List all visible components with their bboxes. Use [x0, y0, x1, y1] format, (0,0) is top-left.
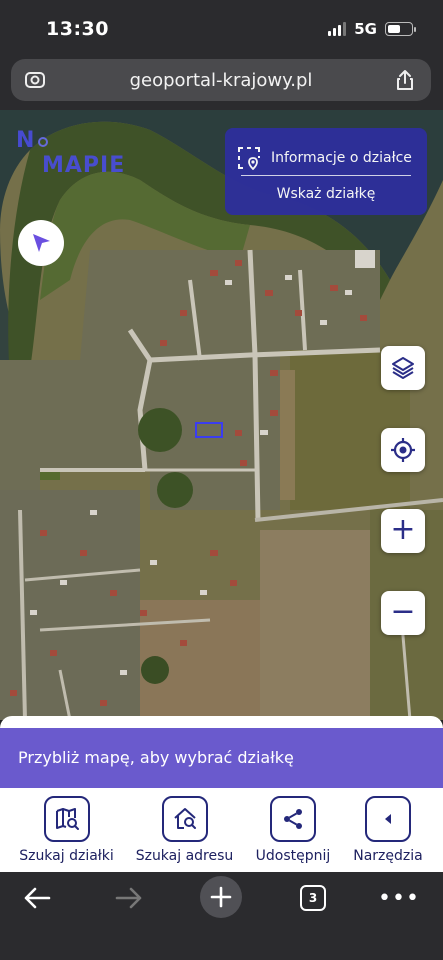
- tabs-button[interactable]: 3: [299, 878, 327, 918]
- share-icon: [270, 796, 316, 842]
- signal-icon: [328, 22, 347, 36]
- app-logo: N MAPIE: [16, 128, 125, 178]
- parcel-info-panel: Informacje o działce Wskaż działkę: [225, 128, 427, 215]
- search-parcel-label: Szukaj działki: [19, 848, 114, 864]
- forward-button[interactable]: [112, 878, 146, 918]
- logo-text-start: N: [16, 128, 36, 153]
- network-type: 5G: [354, 20, 377, 38]
- browser-address-area: geoportal-krajowy.pl: [0, 56, 443, 110]
- address-bar[interactable]: geoportal-krajowy.pl: [11, 59, 431, 101]
- zoom-in-button[interactable]: +: [381, 509, 425, 553]
- back-button[interactable]: [20, 878, 54, 918]
- compass-button[interactable]: [18, 220, 64, 266]
- plus-icon: +: [390, 512, 416, 547]
- parcel-select-icon: [238, 146, 260, 170]
- app-toolbar: Szukaj działki Szukaj adresu Udostępnij: [0, 788, 443, 872]
- zoom-hint-banner: Przybliż mapę, aby wybrać działkę: [0, 728, 443, 788]
- search-address-button[interactable]: Szukaj adresu: [134, 796, 235, 864]
- zoom-out-button[interactable]: −: [381, 591, 425, 635]
- plus-icon: [210, 886, 232, 908]
- search-parcel-button[interactable]: Szukaj działki: [18, 796, 115, 864]
- select-parcel-button[interactable]: Wskaż działkę: [225, 176, 427, 202]
- layers-icon: [392, 357, 414, 379]
- crosshair-icon: [391, 438, 415, 462]
- arrow-right-icon: [115, 887, 142, 909]
- tab-count: 3: [300, 885, 326, 911]
- browser-navigation-bar: 3 •••: [0, 872, 443, 960]
- layers-button[interactable]: [381, 346, 425, 390]
- url-text[interactable]: geoportal-krajowy.pl: [11, 70, 431, 91]
- zoom-hint-text: Przybliż mapę, aby wybrać działkę: [18, 748, 294, 767]
- minus-icon: −: [390, 594, 416, 629]
- more-menu-button[interactable]: •••: [378, 878, 419, 918]
- status-bar: 13:30 5G: [0, 0, 443, 56]
- tools-icon: [365, 796, 411, 842]
- status-time: 13:30: [46, 18, 109, 40]
- my-location-button[interactable]: [381, 428, 425, 472]
- map-view[interactable]: N MAPIE Informacje o działce Wskaż dział…: [0, 110, 443, 720]
- parcel-info-header: Informacje o działce: [225, 128, 427, 175]
- share-label: Udostępnij: [255, 848, 331, 864]
- parcel-info-title: Informacje o działce: [271, 149, 412, 166]
- status-indicators: 5G: [328, 20, 416, 38]
- logo-pin-icon: [38, 137, 49, 147]
- battery-icon: [385, 22, 416, 36]
- search-address-label: Szukaj adresu: [135, 848, 234, 864]
- home-search-icon: [161, 796, 208, 842]
- more-dots-icon: •••: [378, 885, 420, 911]
- share-button[interactable]: Udostępnij: [254, 796, 332, 864]
- new-tab-button[interactable]: [200, 876, 242, 918]
- map-search-icon: [43, 796, 90, 842]
- logo-text-end: MAPIE: [42, 153, 126, 178]
- tools-button[interactable]: Narzędzia: [351, 796, 425, 864]
- tools-label: Narzędzia: [353, 848, 423, 864]
- arrow-left-icon: [24, 887, 51, 909]
- navigation-arrow-icon: [33, 234, 50, 252]
- share-page-icon[interactable]: [393, 69, 417, 91]
